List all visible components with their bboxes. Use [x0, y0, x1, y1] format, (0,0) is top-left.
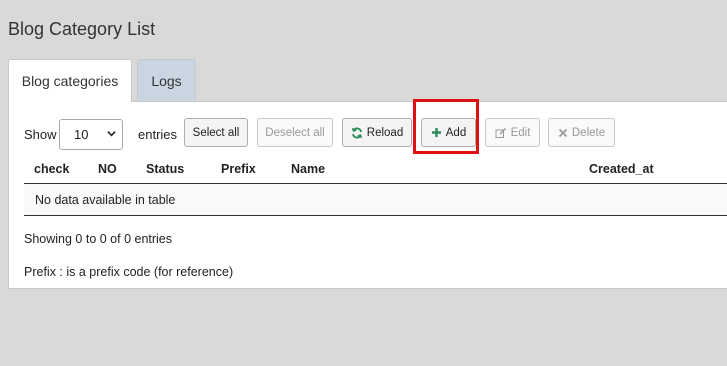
column-header-no[interactable]: NO	[98, 162, 117, 176]
column-header-check[interactable]: check	[34, 162, 69, 176]
page-length-value: 10	[74, 127, 89, 142]
table-info: Showing 0 to 0 of 0 entries	[24, 232, 173, 246]
pencil-square-icon	[495, 127, 506, 138]
table-empty-row: No data available in table	[24, 184, 727, 216]
delete-label: Delete	[571, 126, 606, 139]
column-header-name[interactable]: Name	[291, 162, 325, 176]
page-title: Blog Category List	[8, 19, 156, 39]
reload-button[interactable]: Reload	[342, 118, 412, 147]
select-all-label: Select all	[192, 126, 240, 139]
add-button-highlight	[413, 99, 479, 154]
reload-label: Reload	[366, 126, 404, 139]
empty-table-message: No data available in table	[35, 192, 176, 207]
column-header-created-at[interactable]: Created_at	[589, 162, 654, 176]
x-icon	[558, 128, 568, 137]
tab-logs[interactable]: Logs	[137, 59, 196, 101]
show-label: Show	[24, 127, 57, 142]
tab-panel-blog-categories: Show 10 entries Select all Deselect all …	[8, 99, 727, 289]
column-header-prefix[interactable]: Prefix	[221, 162, 256, 176]
edit-label: Edit	[510, 126, 531, 139]
prefix-note: Prefix : is a prefix code (for reference…	[24, 265, 234, 279]
select-all-button[interactable]: Select all	[184, 118, 248, 147]
refresh-icon	[351, 127, 363, 138]
entries-label: entries	[138, 127, 178, 142]
edit-button[interactable]: Edit	[485, 118, 540, 147]
deselect-all-button[interactable]: Deselect all	[257, 118, 333, 147]
tab-blog-categories[interactable]: Blog categories	[8, 59, 132, 102]
column-header-status[interactable]: Status	[146, 162, 184, 176]
page-length-select[interactable]: 10	[59, 119, 123, 150]
delete-button[interactable]: Delete	[548, 118, 615, 147]
chevron-down-icon	[107, 131, 116, 137]
deselect-all-label: Deselect all	[265, 126, 325, 139]
